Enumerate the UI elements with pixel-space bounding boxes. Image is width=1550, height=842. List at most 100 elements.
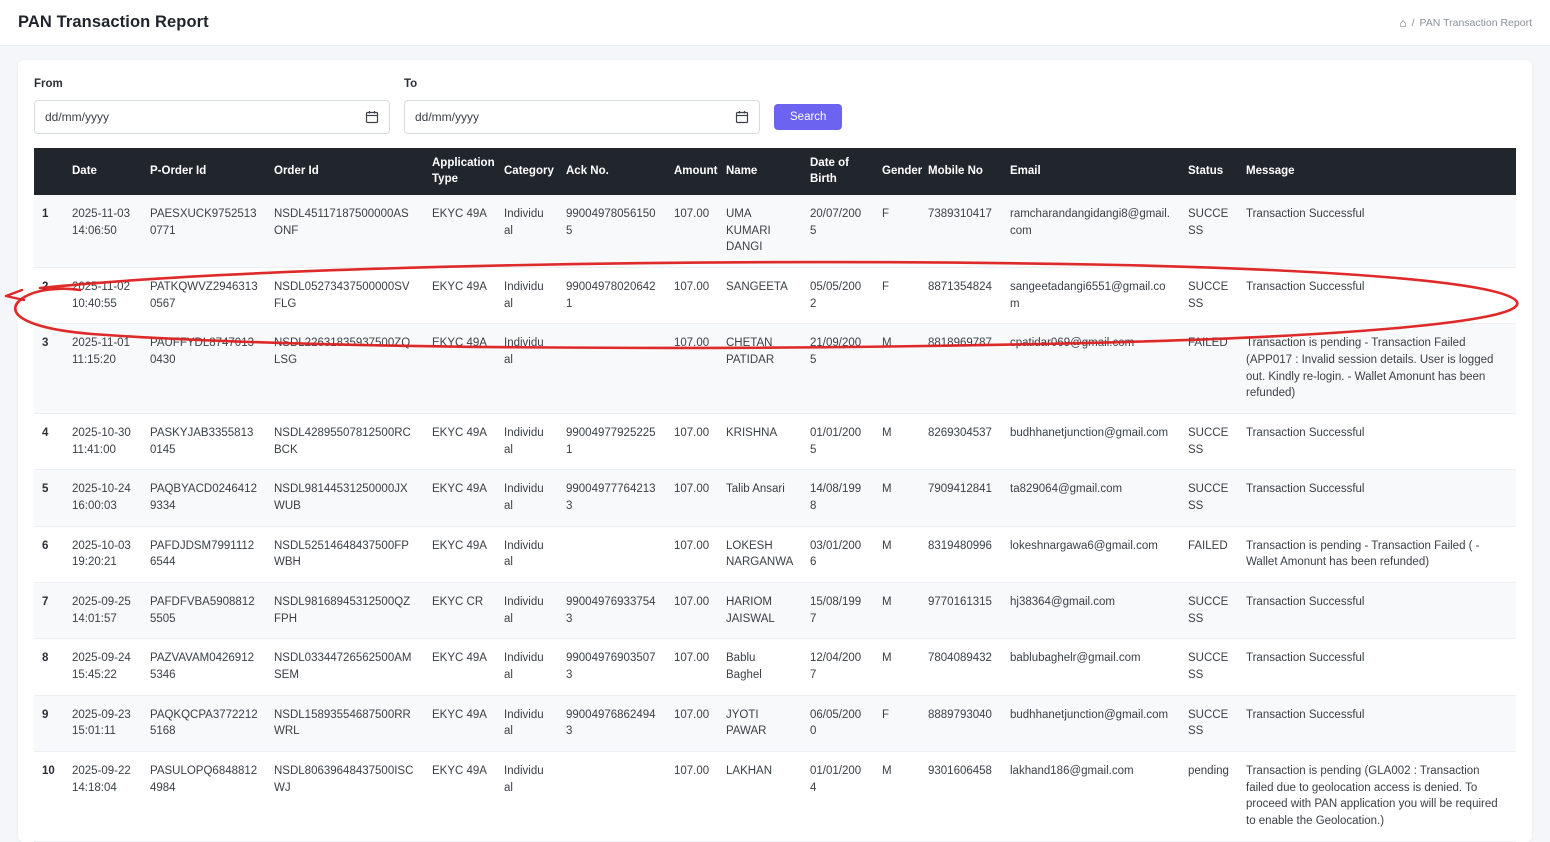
table-row: 12025-11-03 14:06:50PAESXUCK97525130771N…	[34, 195, 1516, 268]
cell-email: lokeshnargawa6@gmail.com	[1002, 526, 1180, 582]
column-header-gender: Gender	[874, 148, 920, 195]
cell-p_order_id: PAUFFYDL87470130430	[142, 324, 266, 414]
table-row: 102025-09-22 14:18:04PASULOPQ68488124984…	[34, 752, 1516, 842]
cell-name: LAKHAN	[718, 752, 802, 842]
cell-message: Transaction is pending - Transaction Fai…	[1238, 526, 1516, 582]
cell-date: 2025-09-23 15:01:11	[64, 695, 142, 751]
cell-date: 2025-10-24 16:00:03	[64, 470, 142, 526]
cell-message: Transaction Successful	[1238, 414, 1516, 470]
cell-dob: 06/05/2000	[802, 695, 874, 751]
cell-order_id: NSDL03344726562500AMSEM	[266, 639, 424, 695]
cell-gender: F	[874, 195, 920, 268]
cell-sno: 5	[34, 470, 64, 526]
cell-gender: M	[874, 526, 920, 582]
cell-email: cpatidar069@gmail.com	[1002, 324, 1180, 414]
from-date-input[interactable]	[45, 110, 357, 124]
table-row: 22025-11-02 10:40:55PATKQWVZ29463130567N…	[34, 268, 1516, 324]
cell-p_order_id: PASULOPQ68488124984	[142, 752, 266, 842]
cell-message: Transaction Successful	[1238, 583, 1516, 639]
to-date-field: To	[404, 78, 760, 134]
to-date-input[interactable]	[415, 110, 727, 124]
cell-order_id: NSDL42895507812500RCBCK	[266, 414, 424, 470]
cell-dob: 12/04/2007	[802, 639, 874, 695]
cell-mobile: 7389310417	[920, 195, 1002, 268]
cell-app_type: EKYC 49A	[424, 324, 496, 414]
cell-order_id: NSDL22631835937500ZQLSG	[266, 324, 424, 414]
search-button[interactable]: Search	[774, 104, 842, 130]
cell-dob: 01/01/2004	[802, 752, 874, 842]
home-icon[interactable]: ⌂	[1399, 17, 1406, 29]
cell-message: Transaction Successful	[1238, 470, 1516, 526]
table-row: 72025-09-25 14:01:57PAFDFVBA59088125505N…	[34, 583, 1516, 639]
cell-sno: 1	[34, 195, 64, 268]
breadcrumb-separator: /	[1412, 17, 1415, 29]
cell-category: Individual	[496, 324, 558, 414]
cell-order_id: NSDL52514648437500FPWBH	[266, 526, 424, 582]
cell-category: Individual	[496, 639, 558, 695]
cell-name: CHETAN PATIDAR	[718, 324, 802, 414]
cell-name: Talib Ansari	[718, 470, 802, 526]
cell-category: Individual	[496, 526, 558, 582]
calendar-icon[interactable]	[365, 110, 379, 124]
cell-gender: M	[874, 752, 920, 842]
cell-p_order_id: PAESXUCK97525130771	[142, 195, 266, 268]
cell-status: pending	[1180, 752, 1238, 842]
cell-name: JYOTI PAWAR	[718, 695, 802, 751]
column-header-email: Email	[1002, 148, 1180, 195]
column-header-p_order_id: P-Order Id	[142, 148, 266, 195]
cell-mobile: 7804089432	[920, 639, 1002, 695]
filter-bar: From To	[34, 78, 1516, 134]
cell-gender: M	[874, 470, 920, 526]
cell-order_id: NSDL98168945312500QZFPH	[266, 583, 424, 639]
cell-sno: 2	[34, 268, 64, 324]
cell-gender: M	[874, 414, 920, 470]
cell-gender: F	[874, 695, 920, 751]
cell-sno: 6	[34, 526, 64, 582]
column-header-name: Name	[718, 148, 802, 195]
table-header-row: DateP-Order IdOrder IdApplication TypeCa…	[34, 148, 1516, 195]
cell-order_id: NSDL98144531250000JXWUB	[266, 470, 424, 526]
cell-dob: 14/08/1998	[802, 470, 874, 526]
column-header-status: Status	[1180, 148, 1238, 195]
cell-status: SUCCESS	[1180, 639, 1238, 695]
table-row: 32025-11-01 11:15:20PAUFFYDL87470130430N…	[34, 324, 1516, 414]
cell-mobile: 8818969787	[920, 324, 1002, 414]
cell-ack_no: 990049769035073	[558, 639, 666, 695]
cell-ack_no: 990049779252251	[558, 414, 666, 470]
table-row: 92025-09-23 15:01:11PAQKQCPA37722125168N…	[34, 695, 1516, 751]
cell-status: SUCCESS	[1180, 583, 1238, 639]
column-header-dob: Date of Birth	[802, 148, 874, 195]
cell-message: Transaction is pending (GLA002 : Transac…	[1238, 752, 1516, 842]
cell-date: 2025-11-01 11:15:20	[64, 324, 142, 414]
cell-order_id: NSDL15893554687500RRWRL	[266, 695, 424, 751]
breadcrumb-current: PAN Transaction Report	[1420, 17, 1532, 29]
transactions-table: DateP-Order IdOrder IdApplication TypeCa…	[34, 148, 1516, 842]
cell-name: LOKESH NARGANWA	[718, 526, 802, 582]
cell-date: 2025-09-24 15:45:22	[64, 639, 142, 695]
cell-mobile: 8871354824	[920, 268, 1002, 324]
cell-ack_no	[558, 752, 666, 842]
cell-dob: 05/05/2002	[802, 268, 874, 324]
cell-status: FAILED	[1180, 324, 1238, 414]
cell-date: 2025-11-02 10:40:55	[64, 268, 142, 324]
cell-message: Transaction Successful	[1238, 268, 1516, 324]
cell-email: ta829064@gmail.com	[1002, 470, 1180, 526]
cell-p_order_id: PAQKQCPA37722125168	[142, 695, 266, 751]
calendar-icon[interactable]	[735, 110, 749, 124]
cell-category: Individual	[496, 470, 558, 526]
cell-ack_no: 990049769337543	[558, 583, 666, 639]
cell-app_type: EKYC 49A	[424, 752, 496, 842]
cell-p_order_id: PATKQWVZ29463130567	[142, 268, 266, 324]
cell-ack_no: 990049768624943	[558, 695, 666, 751]
cell-ack_no: 990049780206421	[558, 268, 666, 324]
cell-amount: 107.00	[666, 526, 718, 582]
cell-email: lakhand186@gmail.com	[1002, 752, 1180, 842]
cell-dob: 03/01/2006	[802, 526, 874, 582]
cell-category: Individual	[496, 695, 558, 751]
column-header-order_id: Order Id	[266, 148, 424, 195]
cell-app_type: EKYC 49A	[424, 695, 496, 751]
cell-app_type: EKYC 49A	[424, 195, 496, 268]
cell-mobile: 9301606458	[920, 752, 1002, 842]
cell-p_order_id: PASKYJAB33558130145	[142, 414, 266, 470]
column-header-mobile: Mobile No	[920, 148, 1002, 195]
